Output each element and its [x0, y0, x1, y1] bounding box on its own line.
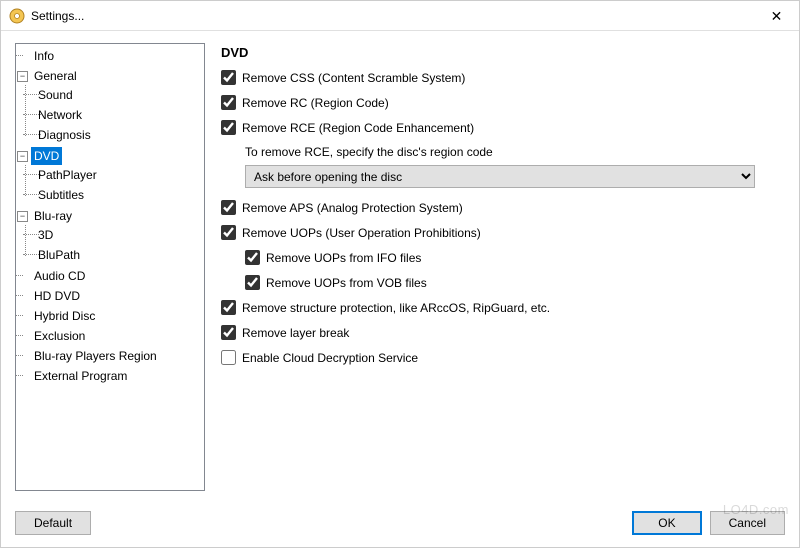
tree-diagnosis[interactable]: Diagnosis — [35, 126, 94, 144]
expander-general[interactable]: − — [17, 71, 28, 82]
expander-dvd[interactable]: − — [17, 151, 28, 162]
tree-external[interactable]: External Program — [31, 367, 130, 385]
settings-panel: DVD Remove CSS (Content Scramble System)… — [217, 43, 785, 491]
window-title: Settings... — [31, 9, 84, 23]
tree-info[interactable]: Info — [31, 47, 57, 65]
label-remove-uops-vob[interactable]: Remove UOPs from VOB files — [266, 276, 427, 290]
label-remove-uops-ifo[interactable]: Remove UOPs from IFO files — [266, 251, 421, 265]
tree-players-region[interactable]: Blu-ray Players Region — [31, 347, 160, 365]
rce-region-select[interactable]: Ask before opening the disc — [245, 165, 755, 188]
panel-heading: DVD — [221, 45, 781, 60]
close-icon: ✕ — [771, 8, 783, 25]
titlebar: Settings... ✕ — [1, 1, 799, 31]
tree-pathplayer[interactable]: PathPlayer — [35, 166, 100, 184]
label-remove-aps[interactable]: Remove APS (Analog Protection System) — [242, 201, 463, 215]
tree-dvd[interactable]: DVD — [31, 147, 62, 165]
tree-hddvd[interactable]: HD DVD — [31, 287, 83, 305]
tree-hybrid[interactable]: Hybrid Disc — [31, 307, 98, 325]
tree-general[interactable]: General — [31, 67, 80, 85]
label-remove-layer[interactable]: Remove layer break — [242, 326, 349, 340]
ok-button[interactable]: OK — [632, 511, 701, 535]
checkbox-remove-uops-vob[interactable] — [245, 275, 260, 290]
tree-exclusion[interactable]: Exclusion — [31, 327, 88, 345]
cancel-button[interactable]: Cancel — [710, 511, 785, 535]
close-button[interactable]: ✕ — [754, 1, 799, 31]
label-remove-rc[interactable]: Remove RC (Region Code) — [242, 96, 389, 110]
footer: Default OK Cancel — [1, 499, 799, 547]
tree-audiocd[interactable]: Audio CD — [31, 267, 88, 285]
settings-tree[interactable]: Info −General Sound Network Diagnosis −D… — [15, 43, 205, 491]
tree-subtitles[interactable]: Subtitles — [35, 186, 87, 204]
label-enable-cloud[interactable]: Enable Cloud Decryption Service — [242, 351, 418, 365]
checkbox-remove-uops[interactable] — [221, 225, 236, 240]
expander-bluray[interactable]: − — [17, 211, 28, 222]
label-remove-rce[interactable]: Remove RCE (Region Code Enhancement) — [242, 121, 474, 135]
default-button[interactable]: Default — [15, 511, 91, 535]
tree-network[interactable]: Network — [35, 106, 85, 124]
label-remove-struct[interactable]: Remove structure protection, like ARccOS… — [242, 301, 550, 315]
checkbox-remove-aps[interactable] — [221, 200, 236, 215]
rce-note: To remove RCE, specify the disc's region… — [245, 145, 781, 159]
checkbox-remove-uops-ifo[interactable] — [245, 250, 260, 265]
checkbox-remove-layer[interactable] — [221, 325, 236, 340]
label-remove-css[interactable]: Remove CSS (Content Scramble System) — [242, 71, 465, 85]
checkbox-enable-cloud[interactable] — [221, 350, 236, 365]
checkbox-remove-css[interactable] — [221, 70, 236, 85]
content-area: Info −General Sound Network Diagnosis −D… — [1, 31, 799, 499]
label-remove-uops[interactable]: Remove UOPs (User Operation Prohibitions… — [242, 226, 481, 240]
checkbox-remove-rce[interactable] — [221, 120, 236, 135]
tree-bluray[interactable]: Blu-ray — [31, 207, 75, 225]
tree-blupath[interactable]: BluPath — [35, 246, 83, 264]
tree-sound[interactable]: Sound — [35, 86, 76, 104]
checkbox-remove-rc[interactable] — [221, 95, 236, 110]
app-icon — [9, 8, 25, 24]
checkbox-remove-struct[interactable] — [221, 300, 236, 315]
